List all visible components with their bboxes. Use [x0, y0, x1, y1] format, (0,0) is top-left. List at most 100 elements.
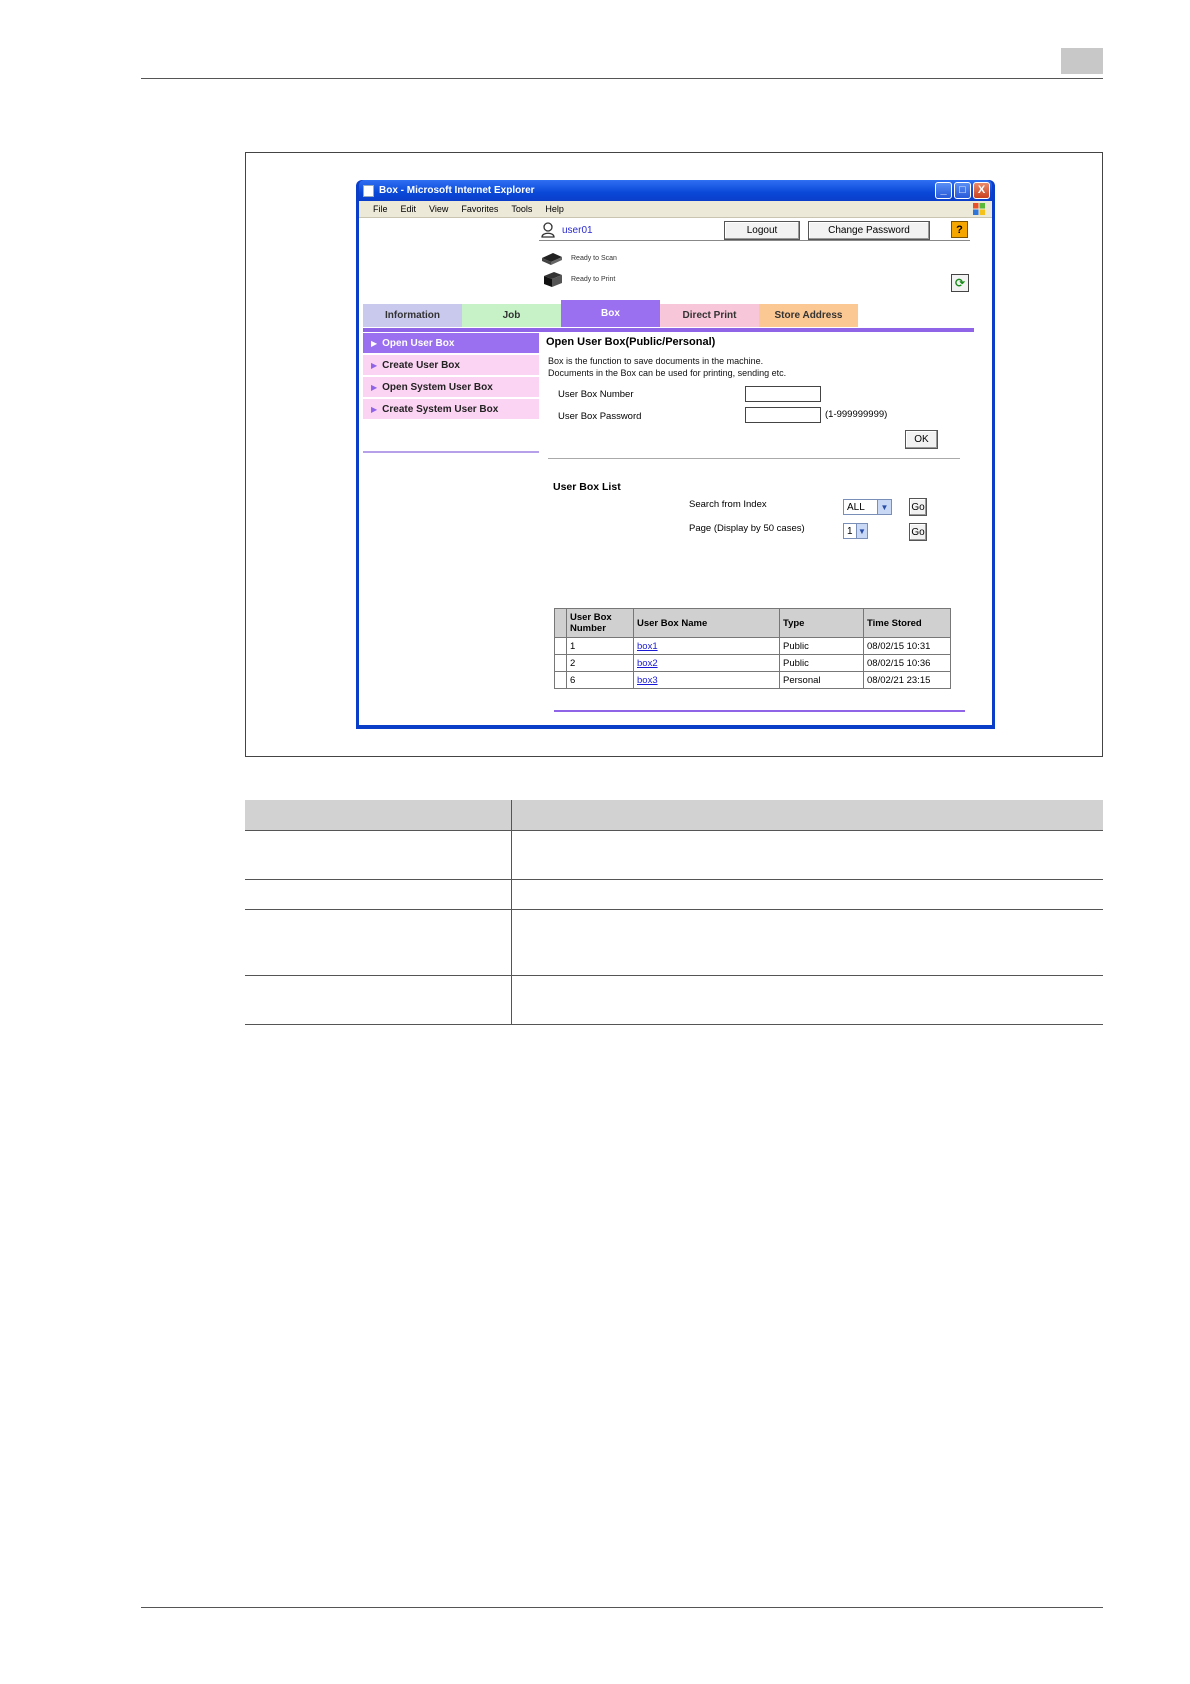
column-header-number: User Box Number: [566, 608, 634, 638]
browser-window: Box - Microsoft Internet Explorer _ □ X …: [356, 180, 995, 729]
user-box-list-title: User Box List: [553, 481, 621, 493]
triangle-right-icon: ▶: [371, 404, 378, 414]
tab-job[interactable]: Job: [462, 304, 561, 327]
description-table: [245, 800, 1103, 1025]
windows-logo-icon: [972, 202, 986, 216]
menu-bar: File Edit View Favorites Tools Help: [359, 201, 992, 218]
window-title: Box - Microsoft Internet Explorer: [379, 185, 535, 196]
box-number-range: (1-999999999): [825, 409, 888, 420]
box-name-link[interactable]: box2: [637, 658, 658, 669]
title-bar[interactable]: Box - Microsoft Internet Explorer _ □ X: [359, 180, 992, 201]
menu-help[interactable]: Help: [545, 204, 564, 214]
help-button[interactable]: ?: [951, 221, 968, 238]
tab-underline: [363, 328, 974, 332]
menu-file[interactable]: File: [373, 204, 388, 214]
description-row: [245, 909, 1103, 976]
table-header-spacer: [554, 608, 567, 638]
description-cell: [245, 879, 512, 910]
page-value: 1: [847, 525, 853, 537]
description-header-cell: [245, 800, 512, 831]
box-name-cell: box2: [633, 654, 780, 672]
table-header-row: User Box Number User Box Name Type Time …: [554, 608, 951, 638]
column-header-name: User Box Name: [633, 608, 780, 638]
table-row: 2 box2 Public 08/02/15 10:36: [554, 654, 951, 672]
ok-button[interactable]: OK: [905, 430, 938, 449]
time-stored-cell: 08/02/15 10:31: [863, 637, 951, 655]
triangle-right-icon: ▶: [371, 382, 378, 392]
sidebar-item-create-user-box[interactable]: ▶ Create User Box: [363, 355, 539, 376]
sidebar-item-label: Open System User Box: [382, 381, 493, 393]
tab-store-address[interactable]: Store Address: [759, 304, 858, 327]
page-label: Page (Display by 50 cases): [689, 523, 805, 534]
scan-status: Ready to Scan: [541, 250, 617, 266]
box-number-cell: 6: [566, 671, 634, 689]
box-number-cell: 2: [566, 654, 634, 672]
maximize-button[interactable]: □: [954, 182, 971, 199]
close-button[interactable]: X: [973, 182, 990, 199]
column-header-time: Time Stored: [863, 608, 951, 638]
time-stored-cell: 08/02/15 10:36: [863, 654, 951, 672]
menu-favorites[interactable]: Favorites: [461, 204, 498, 214]
description-cell: [511, 975, 1103, 1025]
tab-direct-print[interactable]: Direct Print: [660, 304, 759, 327]
scan-status-text: Ready to Scan: [571, 254, 617, 262]
user-box-table: User Box Number User Box Name Type Time …: [554, 608, 951, 689]
description-header-cell: [511, 800, 1103, 831]
description-cell: [245, 909, 512, 976]
description-line-1: Box is the function to save documents in…: [548, 356, 764, 366]
page-corner-tab: [1061, 48, 1103, 74]
sidebar-item-label: Create User Box: [382, 359, 460, 371]
tab-information[interactable]: Information: [363, 304, 462, 327]
box-password-label: User Box Password: [558, 411, 642, 422]
triangle-right-icon: ▶: [371, 360, 378, 370]
table-row: 1 box1 Public 08/02/15 10:31: [554, 637, 951, 655]
sidebar-divider: [363, 451, 539, 453]
description-cell: [245, 975, 512, 1025]
menu-edit[interactable]: Edit: [401, 204, 417, 214]
row-spacer: [554, 671, 567, 689]
refresh-icon[interactable]: ⟳: [951, 274, 969, 292]
description-cell: [511, 830, 1103, 880]
list-divider: [554, 710, 965, 712]
description-table-header: [245, 800, 1103, 831]
print-status-text: Ready to Print: [571, 275, 616, 283]
tab-bar: Information Job Box Direct Print Store A…: [363, 300, 970, 329]
description-row: [245, 830, 1103, 880]
print-status: Ready to Print: [541, 271, 615, 287]
table-row: 6 box3 Personal 08/02/21 23:15: [554, 671, 951, 689]
chevron-down-icon: ▼: [856, 524, 867, 538]
box-password-input[interactable]: [745, 407, 821, 423]
sidebar-item-open-user-box[interactable]: ▶ Open User Box: [363, 333, 539, 354]
page-select[interactable]: 1 ▼: [843, 523, 868, 539]
description-cell: [245, 830, 512, 880]
box-name-cell: box3: [633, 671, 780, 689]
user-name: user01: [562, 225, 593, 236]
box-type-cell: Public: [779, 637, 864, 655]
minimize-button[interactable]: _: [935, 182, 952, 199]
change-password-button[interactable]: Change Password: [808, 221, 930, 240]
sidebar-item-open-system-user-box[interactable]: ▶ Open System User Box: [363, 377, 539, 398]
logout-button[interactable]: Logout: [724, 221, 800, 240]
sidebar-item-create-system-user-box[interactable]: ▶ Create System User Box: [363, 399, 539, 420]
box-name-link[interactable]: box3: [637, 675, 658, 686]
form-divider: [548, 458, 960, 459]
chevron-down-icon: ▼: [877, 500, 891, 514]
page-title: Open User Box(Public/Personal): [546, 336, 716, 348]
description-row: [245, 975, 1103, 1025]
page-go-button[interactable]: Go: [909, 523, 927, 541]
tab-box[interactable]: Box: [561, 300, 660, 327]
box-type-cell: Public: [779, 654, 864, 672]
search-index-select[interactable]: ALL ▼: [843, 499, 892, 515]
time-stored-cell: 08/02/21 23:15: [863, 671, 951, 689]
sidebar-item-label: Open User Box: [382, 337, 455, 349]
box-number-input[interactable]: [745, 386, 821, 402]
triangle-right-icon: ▶: [371, 338, 378, 348]
box-number-label: User Box Number: [558, 389, 634, 400]
box-name-link[interactable]: box1: [637, 641, 658, 652]
search-index-label: Search from Index: [689, 499, 767, 510]
search-go-button[interactable]: Go: [909, 498, 927, 516]
search-index-value: ALL: [847, 501, 865, 513]
menu-tools[interactable]: Tools: [511, 204, 532, 214]
row-spacer: [554, 637, 567, 655]
menu-view[interactable]: View: [429, 204, 448, 214]
